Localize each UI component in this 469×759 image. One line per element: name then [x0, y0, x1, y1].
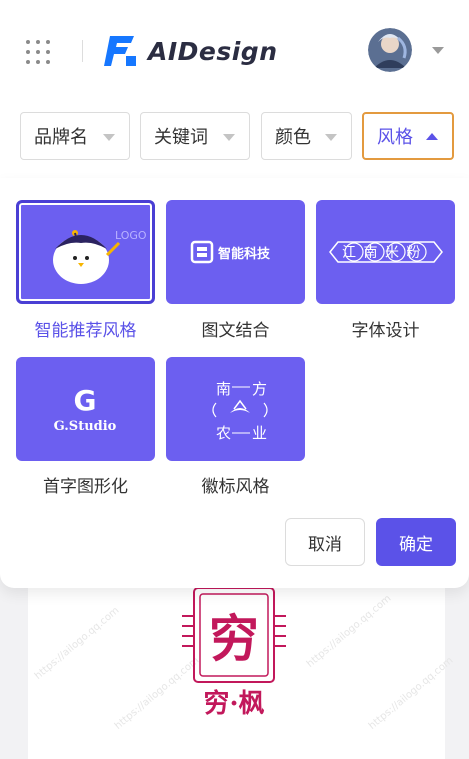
filter-label: 品牌名	[34, 127, 88, 148]
logo-preview-text: 方	[252, 380, 267, 398]
svg-text:G: G	[74, 384, 97, 417]
filter-brand-name[interactable]: 品牌名	[20, 112, 130, 160]
style-picker-panel: LOGO 智能推荐风格 智能科技 图文结合 江南米粉 字体设计 G G.Stud…	[0, 178, 469, 588]
style-label-typography: 字体设计	[351, 321, 420, 341]
filter-color[interactable]: 颜色	[261, 112, 352, 160]
logo-result-card[interactable]: https://ailogo.qq.com https://ailogo.qq.…	[28, 560, 455, 759]
logo-name: 穷·枫	[203, 688, 264, 716]
style-tile-initial[interactable]: G G.Studio	[16, 357, 155, 461]
logo-preview-text: G.Studio	[54, 419, 117, 434]
logo-preview-text: 农	[216, 424, 231, 442]
filter-label: 风格	[377, 127, 413, 148]
style-label-smart: 智能推荐风格	[34, 321, 137, 341]
logo-preview-text: 江南米粉	[342, 245, 428, 261]
chevron-down-icon	[103, 134, 115, 141]
filter-keyword[interactable]: 关键词	[140, 112, 250, 160]
logo-preview-text: 业	[252, 424, 267, 442]
watermark-text: https://ailogo.qq.com	[366, 655, 456, 732]
emblem-logo-icon: 南 方 农 业	[212, 380, 268, 442]
apps-grid-icon[interactable]	[26, 38, 54, 66]
typography-logo-icon: 江南米粉	[329, 241, 443, 263]
g-letter-logo-icon: G G.Studio	[54, 384, 117, 434]
style-label-emblem: 徽标风格	[201, 477, 270, 497]
chevron-up-icon	[426, 133, 438, 140]
header-divider	[82, 40, 83, 62]
style-tile-typography[interactable]: 江南米粉	[316, 200, 455, 304]
watermark-text: https://ailogo.qq.com	[32, 605, 122, 682]
filter-style[interactable]: 风格	[362, 112, 454, 160]
aidesign-logo-icon	[104, 36, 136, 66]
logo-preview-image: 穷 穷·枫	[182, 587, 286, 716]
chevron-down-icon	[325, 134, 337, 141]
logo-preview-text: 智能科技	[218, 246, 271, 262]
filter-label: 颜色	[275, 127, 311, 148]
confirm-button[interactable]: 确定	[376, 518, 456, 566]
logo-char: 穷	[209, 609, 259, 668]
logo-preview-text: LOGO	[115, 229, 147, 242]
brand-name: AIDesign	[148, 36, 278, 66]
cancel-button[interactable]: 取消	[285, 518, 365, 566]
filter-label: 关键词	[154, 127, 208, 148]
logo-preview-text: 南	[216, 380, 231, 398]
mascot-logo-icon: LOGO	[53, 229, 147, 284]
chevron-down-icon[interactable]	[432, 47, 444, 54]
style-label-initial: 首字图形化	[43, 477, 128, 497]
style-label-graphic-text: 图文结合	[201, 321, 270, 341]
user-avatar[interactable]	[368, 28, 412, 72]
app-header: AIDesign	[0, 0, 469, 100]
watermark-text: https://ailogo.qq.com	[304, 593, 394, 670]
filter-bar: 品牌名 关键词 颜色 风格	[0, 100, 469, 178]
style-tile-graphic-text[interactable]: 智能科技	[166, 200, 305, 304]
building-logo-icon: 智能科技	[190, 240, 271, 264]
style-tile-smart[interactable]: LOGO	[16, 200, 155, 304]
style-tile-emblem[interactable]: 南 方 农 业	[166, 357, 305, 461]
brand-logo[interactable]: AIDesign	[104, 34, 278, 68]
chevron-down-icon	[223, 134, 235, 141]
